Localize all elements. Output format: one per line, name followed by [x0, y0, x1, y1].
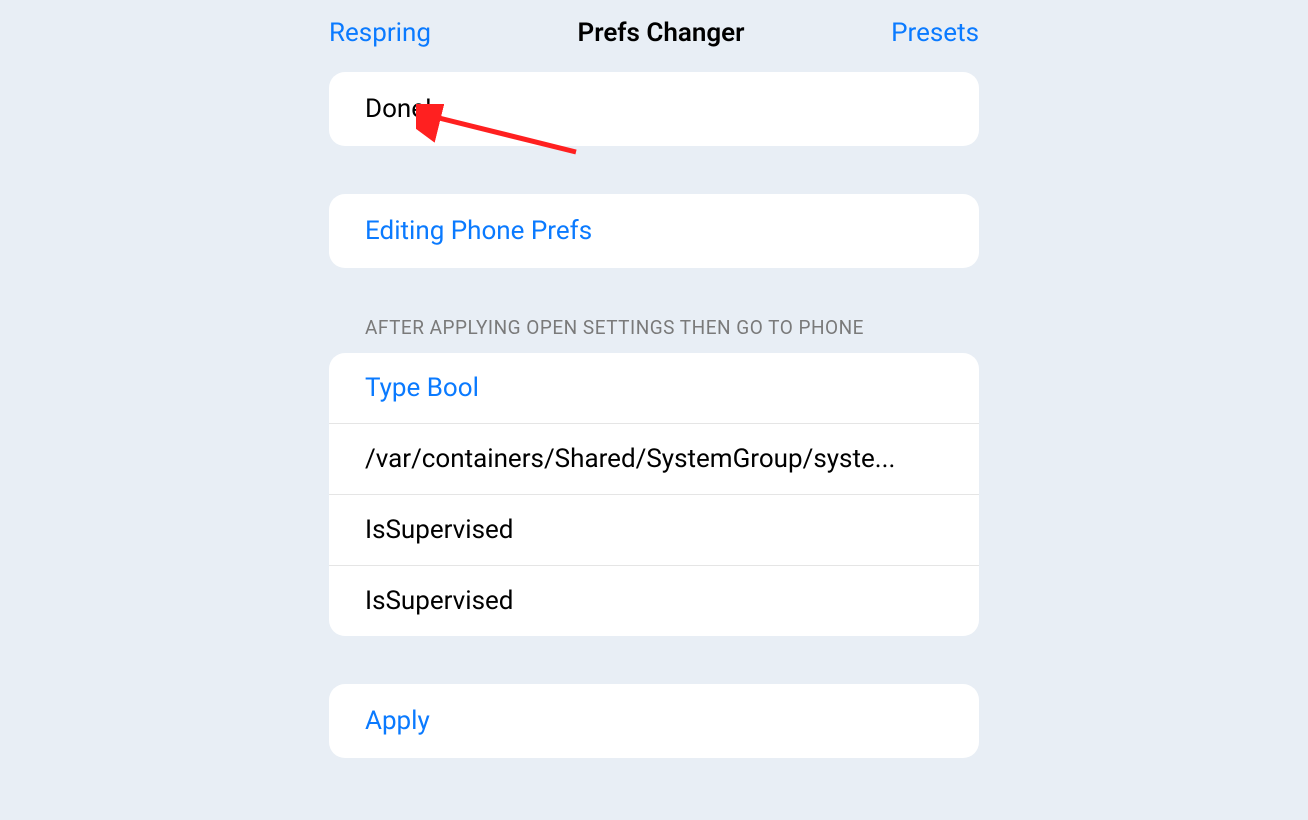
- key-row-1[interactable]: IsSupervised: [329, 495, 979, 566]
- editing-phone-prefs-button[interactable]: Editing Phone Prefs: [329, 194, 979, 268]
- key-row-2[interactable]: IsSupervised: [329, 566, 979, 636]
- respring-button[interactable]: Respring: [329, 18, 431, 48]
- details-card: Type Bool /var/containers/Shared/SystemG…: [329, 353, 979, 636]
- section-header: AFTER APPLYING OPEN SETTINGS THEN GO TO …: [329, 316, 979, 353]
- status-message: Done!: [329, 72, 979, 146]
- page-title: Prefs Changer: [431, 18, 891, 48]
- presets-button[interactable]: Presets: [891, 18, 979, 48]
- status-card: Done!: [329, 72, 979, 146]
- apply-card: Apply: [329, 684, 979, 758]
- path-row[interactable]: /var/containers/Shared/SystemGroup/syste…: [329, 424, 979, 495]
- apply-button[interactable]: Apply: [329, 684, 979, 758]
- editing-card: Editing Phone Prefs: [329, 194, 979, 268]
- navigation-bar: Respring Prefs Changer Presets: [329, 12, 979, 72]
- type-bool-button[interactable]: Type Bool: [329, 353, 979, 424]
